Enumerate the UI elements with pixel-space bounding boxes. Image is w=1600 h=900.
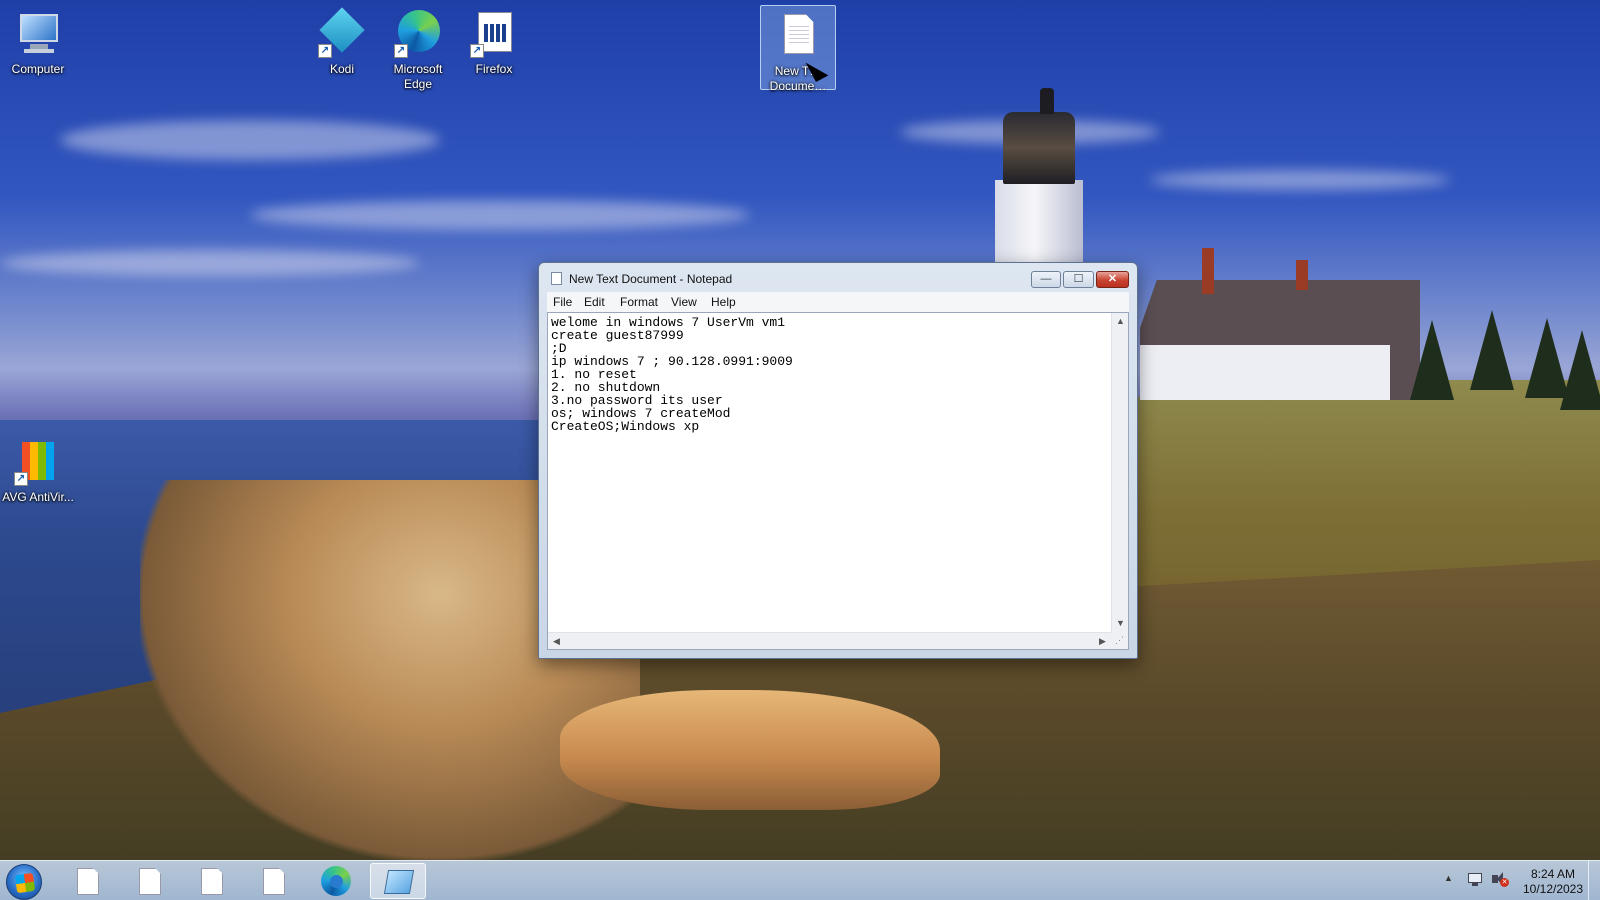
minimize-button[interactable]: — — [1031, 271, 1061, 288]
start-button[interactable] — [6, 864, 42, 900]
desktop-icon-computer[interactable]: Computer — [0, 4, 76, 77]
menu-edit[interactable]: Edit — [584, 295, 605, 309]
system-clock[interactable]: 8:24 AM 10/12/2023 — [1520, 867, 1586, 897]
edge-icon — [321, 866, 351, 896]
desktop-icon-label: AVG AntiVir... — [2, 490, 74, 504]
network-icon[interactable] — [1466, 871, 1484, 887]
tray-overflow-arrow-icon[interactable]: ▲ — [1444, 873, 1453, 900]
shortcut-arrow-icon: ↗ — [470, 44, 484, 58]
taskbar-item-edge[interactable] — [308, 863, 364, 899]
desktop-icon-kodi[interactable]: ↗ Kodi — [304, 4, 380, 77]
notepad-icon — [551, 272, 562, 285]
desktop-icon-label: Kodi — [329, 62, 355, 76]
clock-time: 8:24 AM — [1530, 867, 1576, 881]
notepad-icon — [383, 870, 415, 894]
edge-icon: ↗ — [394, 10, 442, 58]
resize-grip-icon[interactable]: ⋰ — [1111, 632, 1128, 649]
taskbar-item-document-3[interactable] — [184, 863, 240, 899]
desktop-icon-firefox[interactable]: ↗ Firefox — [456, 4, 532, 77]
menu-format[interactable]: Format — [620, 295, 658, 309]
kodi-icon: ↗ — [318, 7, 366, 58]
taskbar-item-document-1[interactable] — [60, 863, 116, 899]
vertical-scrollbar[interactable]: ▲ ▼ — [1111, 313, 1128, 632]
menu-help[interactable]: Help — [711, 295, 736, 309]
window-titlebar[interactable]: New Text Document - Notepad — ☐ ✕ — [539, 263, 1137, 293]
desktop-icon-edge[interactable]: ↗ Microsoft Edge — [380, 4, 456, 92]
menu-bar: File Edit Format View Help — [547, 292, 1129, 312]
text-content[interactable]: welome in windows 7 UserVm vm1 create gu… — [551, 316, 1103, 628]
document-icon — [77, 868, 99, 895]
menu-view[interactable]: View — [671, 295, 697, 309]
desktop-icon-label: Firefox — [475, 62, 513, 76]
close-button[interactable]: ✕ — [1096, 271, 1129, 288]
scroll-up-arrow-icon[interactable]: ▲ — [1112, 313, 1129, 330]
show-desktop-button[interactable] — [1588, 861, 1600, 900]
text-editor[interactable]: welome in windows 7 UserVm vm1 create gu… — [547, 312, 1129, 650]
volume-muted-icon[interactable]: ✕ — [1490, 871, 1509, 887]
scroll-down-arrow-icon[interactable]: ▼ — [1112, 615, 1129, 632]
horizontal-scrollbar[interactable]: ◀ ▶ — [548, 632, 1111, 649]
scroll-left-arrow-icon[interactable]: ◀ — [548, 633, 565, 650]
shortcut-arrow-icon: ↗ — [318, 44, 332, 58]
text-document-icon — [774, 12, 822, 60]
windows-start-icon — [14, 872, 36, 894]
notepad-window[interactable]: New Text Document - Notepad — ☐ ✕ File E… — [538, 262, 1138, 659]
desktop-icon-label: Microsoft Edge — [393, 62, 443, 91]
shortcut-arrow-icon: ↗ — [394, 44, 408, 58]
maximize-button[interactable]: ☐ — [1063, 271, 1094, 288]
taskbar-item-document-4[interactable] — [246, 863, 302, 899]
shortcut-arrow-icon: ↗ — [14, 472, 28, 486]
document-icon — [201, 868, 223, 895]
firefox-icon: ↗ — [470, 10, 518, 58]
taskbar: ▲ ✕ 8:24 AM 10/12/2023 — [0, 860, 1600, 900]
document-icon — [263, 868, 285, 895]
desktop-icon-label: Computer — [11, 62, 65, 76]
desktop-icon-avg-antivirus[interactable]: ↗ AVG AntiVir... — [0, 432, 76, 505]
avg-antivirus-icon: ↗ — [14, 438, 62, 486]
scroll-right-arrow-icon[interactable]: ▶ — [1094, 633, 1111, 650]
computer-icon — [14, 10, 62, 58]
document-icon — [139, 868, 161, 895]
taskbar-item-notepad[interactable] — [370, 863, 426, 899]
window-title: New Text Document - Notepad — [569, 272, 733, 286]
menu-file[interactable]: File — [553, 295, 572, 309]
clock-date: 10/12/2023 — [1522, 882, 1584, 896]
taskbar-item-document-2[interactable] — [122, 863, 178, 899]
